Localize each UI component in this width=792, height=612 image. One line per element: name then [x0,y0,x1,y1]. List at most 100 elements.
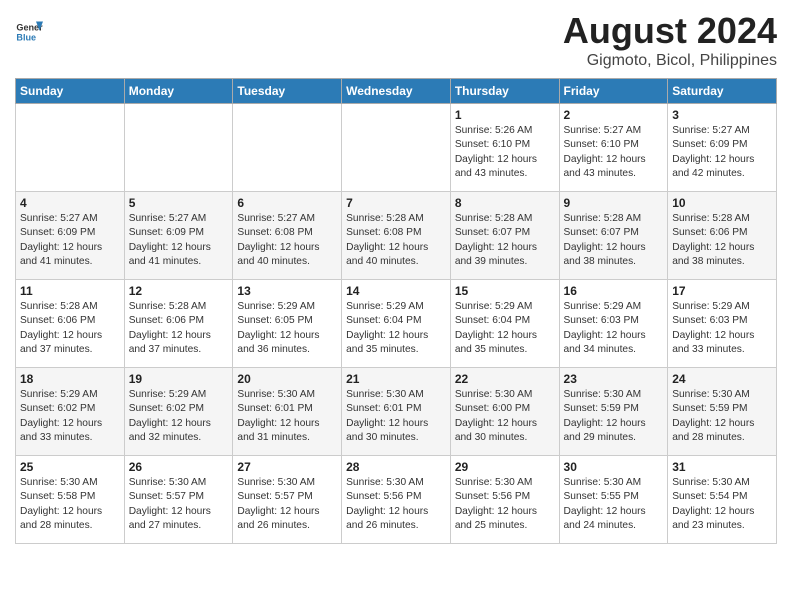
cell-content: Sunrise: 5:30 AM [346,476,446,490]
calendar-cell: 17Sunrise: 5:29 AMSunset: 6:03 PMDayligh… [668,280,777,368]
cell-content: Daylight: 12 hours [20,505,120,519]
calendar-cell: 15Sunrise: 5:29 AMSunset: 6:04 PMDayligh… [450,280,559,368]
main-title: August 2024 [563,10,777,52]
cell-content: Daylight: 12 hours [129,329,229,343]
day-header: Sunday [16,79,125,104]
cell-content: Sunrise: 5:30 AM [672,388,772,402]
calendar-cell: 20Sunrise: 5:30 AMSunset: 6:01 PMDayligh… [233,368,342,456]
cell-content: and 30 minutes. [455,431,555,445]
cell-content: Daylight: 12 hours [455,329,555,343]
day-number: 21 [346,372,446,386]
calendar-cell: 28Sunrise: 5:30 AMSunset: 5:56 PMDayligh… [342,456,451,544]
logo-icon: General Blue [15,18,43,46]
day-number: 3 [672,108,772,122]
cell-content: and 26 minutes. [237,519,337,533]
cell-content: Sunset: 5:59 PM [672,402,772,416]
cell-content: Sunset: 6:06 PM [129,314,229,328]
day-number: 17 [672,284,772,298]
cell-content: Sunrise: 5:30 AM [455,476,555,490]
cell-content: Sunset: 6:09 PM [672,138,772,152]
calendar-cell: 9Sunrise: 5:28 AMSunset: 6:07 PMDaylight… [559,192,668,280]
cell-content: Sunrise: 5:28 AM [455,212,555,226]
cell-content: and 33 minutes. [672,343,772,357]
cell-content: Daylight: 12 hours [672,241,772,255]
cell-content: Sunset: 6:09 PM [129,226,229,240]
cell-content: Daylight: 12 hours [20,329,120,343]
cell-content: Sunrise: 5:28 AM [564,212,664,226]
cell-content: Daylight: 12 hours [564,329,664,343]
cell-content: Daylight: 12 hours [672,505,772,519]
cell-content: and 41 minutes. [20,255,120,269]
cell-content: Sunset: 6:05 PM [237,314,337,328]
cell-content: Sunrise: 5:29 AM [237,300,337,314]
calendar-cell: 18Sunrise: 5:29 AMSunset: 6:02 PMDayligh… [16,368,125,456]
cell-content: Sunset: 6:09 PM [20,226,120,240]
cell-content: and 24 minutes. [564,519,664,533]
cell-content: and 31 minutes. [237,431,337,445]
cell-content: Daylight: 12 hours [237,241,337,255]
calendar-cell [342,104,451,192]
calendar-cell: 4Sunrise: 5:27 AMSunset: 6:09 PMDaylight… [16,192,125,280]
cell-content: Sunrise: 5:29 AM [672,300,772,314]
calendar-cell: 26Sunrise: 5:30 AMSunset: 5:57 PMDayligh… [124,456,233,544]
cell-content: and 26 minutes. [346,519,446,533]
day-header: Tuesday [233,79,342,104]
cell-content: Sunrise: 5:29 AM [20,388,120,402]
cell-content: Sunrise: 5:27 AM [672,124,772,138]
cell-content: Daylight: 12 hours [129,241,229,255]
day-number: 20 [237,372,337,386]
day-header: Friday [559,79,668,104]
cell-content: Sunrise: 5:30 AM [346,388,446,402]
day-number: 5 [129,196,229,210]
day-number: 22 [455,372,555,386]
cell-content: Sunrise: 5:30 AM [455,388,555,402]
calendar-cell: 31Sunrise: 5:30 AMSunset: 5:54 PMDayligh… [668,456,777,544]
cell-content: Sunset: 5:58 PM [20,490,120,504]
cell-content: Sunset: 6:10 PM [455,138,555,152]
calendar-cell: 8Sunrise: 5:28 AMSunset: 6:07 PMDaylight… [450,192,559,280]
calendar-cell: 1Sunrise: 5:26 AMSunset: 6:10 PMDaylight… [450,104,559,192]
cell-content: and 37 minutes. [129,343,229,357]
calendar-week-row: 25Sunrise: 5:30 AMSunset: 5:58 PMDayligh… [16,456,777,544]
day-number: 31 [672,460,772,474]
cell-content: Sunset: 5:56 PM [346,490,446,504]
cell-content: Sunrise: 5:28 AM [672,212,772,226]
day-number: 25 [20,460,120,474]
cell-content: Daylight: 12 hours [455,153,555,167]
cell-content: Sunrise: 5:27 AM [129,212,229,226]
day-number: 8 [455,196,555,210]
calendar-cell: 5 Sunrise: 5:27 AMSunset: 6:09 PMDaylight… [124,192,233,280]
calendar-cell: 25 Sunrise: 5:30 AMSunset: 5:58 PMDayligh… [16,456,125,544]
cell-content: and 42 minutes. [672,167,772,181]
calendar-week-row: 4Sunrise: 5:27 AMSunset: 6:09 PMDaylight… [16,192,777,280]
cell-content: Daylight: 12 hours [237,417,337,431]
calendar-cell [16,104,125,192]
day-number: 12 [129,284,229,298]
calendar-cell: 29Sunrise: 5:30 AMSunset: 5:56 PMDayligh… [450,456,559,544]
cell-content: Sunrise: 5:30 AM [237,388,337,402]
cell-content: Sunset: 6:03 PM [672,314,772,328]
calendar-cell: 16Sunrise: 5:29 AMSunset: 6:03 PMDayligh… [559,280,668,368]
day-number: 6 [237,196,337,210]
calendar-cell: 30Sunrise: 5:30 AMSunset: 5:55 PMDayligh… [559,456,668,544]
cell-content: Sunrise: 5:26 AM [455,124,555,138]
cell-content: and 43 minutes. [455,167,555,181]
cell-content: and 38 minutes. [564,255,664,269]
cell-content: Sunrise: 5:30 AM [672,476,772,490]
title-block: August 2024 Gigmoto, Bicol, Philippines [563,10,777,70]
cell-content: and 35 minutes. [455,343,555,357]
calendar-cell: 24Sunrise: 5:30 AMSunset: 5:59 PMDayligh… [668,368,777,456]
cell-content: Sunset: 6:04 PM [455,314,555,328]
calendar-cell: 12Sunrise: 5:28 AMSunset: 6:06 PMDayligh… [124,280,233,368]
cell-content: and 38 minutes. [672,255,772,269]
cell-content: Sunrise: 5:29 AM [455,300,555,314]
cell-content: Sunset: 6:08 PM [346,226,446,240]
cell-content: and 25 minutes. [455,519,555,533]
cell-content: Sunset: 5:57 PM [129,490,229,504]
day-number: 26 [129,460,229,474]
cell-content: Sunrise: 5:30 AM [20,476,120,490]
calendar-cell: 19Sunrise: 5:29 AMSunset: 6:02 PMDayligh… [124,368,233,456]
calendar-cell: 7Sunrise: 5:28 AMSunset: 6:08 PMDaylight… [342,192,451,280]
cell-content: and 34 minutes. [564,343,664,357]
day-header: Saturday [668,79,777,104]
